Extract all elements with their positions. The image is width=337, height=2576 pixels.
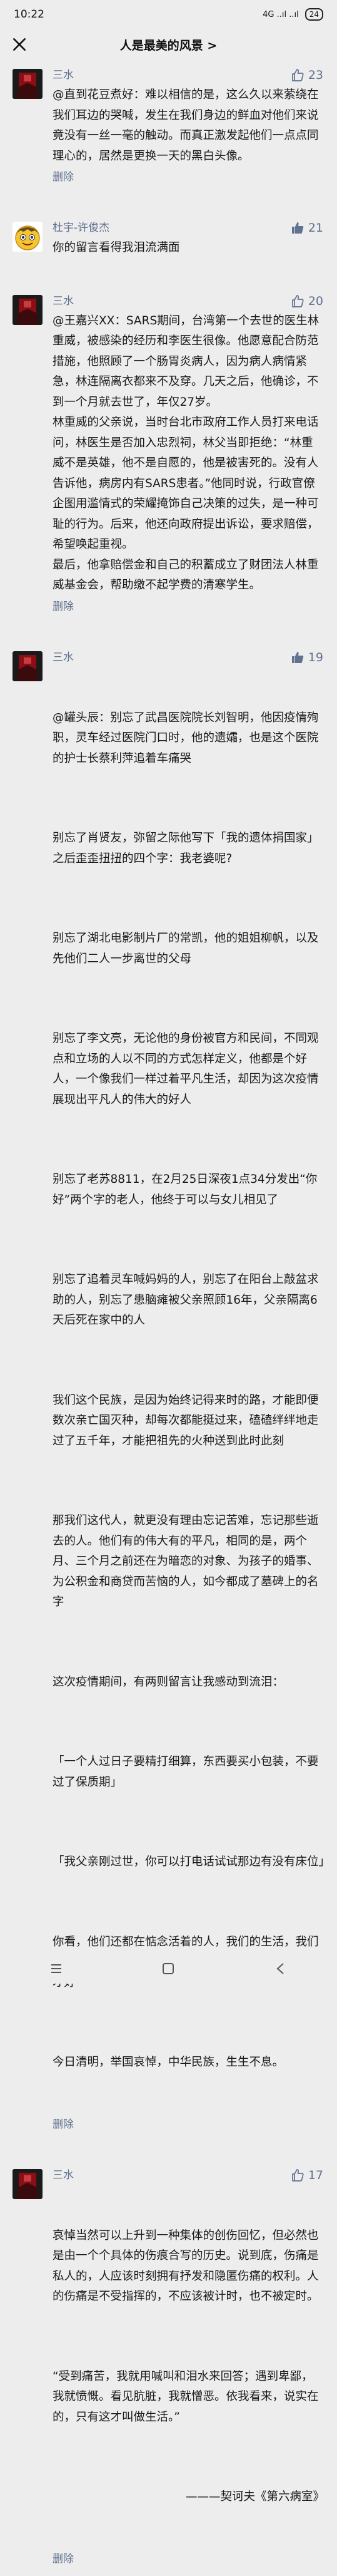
thumb-up-outline-icon <box>291 294 304 307</box>
like-button[interactable]: 17 <box>290 2168 323 2183</box>
like-button[interactable]: 20 <box>290 294 323 309</box>
avatar-image <box>13 294 43 325</box>
comment-author[interactable]: 三水 <box>53 650 324 665</box>
comment-text: 哀悼当然可以上升到一种集体的创伤回忆，但必然也是由一个个具体的伤痕合写的历史。说… <box>53 2185 324 2548</box>
comment-author[interactable]: 三水 <box>53 294 324 309</box>
comment-paragraph: “受到痛苦，我就用喊叫和泪水来回答；遇到卑鄙，我就愤慨。看见肮脏，我就憎恶。依我… <box>53 2369 319 2424</box>
avatar[interactable] <box>13 294 43 325</box>
delete-link[interactable]: 删除 <box>53 2551 324 2567</box>
comment-item: 杜宇-许俊杰 21 你的留言看得我泪流满面 <box>0 213 337 267</box>
comment-paragraph: 别忘了肖贤友，弥留之际他写下「我的遗体捐国家」之后歪歪扭扭的四个字：我老婆呢? <box>53 832 319 865</box>
status-time: 10:22 <box>14 8 44 21</box>
like-count: 23 <box>308 68 323 82</box>
comment-paragraph: 我们这个民族，是因为始终记得来时的路，才能即便数次亲亡国灭种，却每次都能挺过来，… <box>53 1393 319 1448</box>
back-icon[interactable] <box>274 1962 288 1976</box>
comment-author[interactable]: 杜宇-许俊杰 <box>53 220 324 235</box>
comment-item: 三水 23 @直到花豆煮好：难以相信的是，这么久以来萦绕在我们耳边的哭喊，发生在… <box>0 60 337 194</box>
comment-item: 三水 19 @罐头辰：别忘了武昌医院院长刘智明，他因疫情殉职，灵车经过医院门口时… <box>0 642 337 2141</box>
thumb-up-icon <box>291 651 304 663</box>
delete-link[interactable]: 删除 <box>53 169 324 185</box>
close-icon[interactable] <box>11 36 28 53</box>
comment-paragraph: 今日清明，举国哀悼，中华民族，生生不息。 <box>53 2056 284 2069</box>
system-nav-bar <box>0 1954 337 1984</box>
avatar-image <box>13 222 43 252</box>
comment-paragraph: 别忘了湖北电影制片厂的常凯，他的姐姐柳帆，以及先他们二人一步离世的父母 <box>53 932 319 966</box>
quote-attribution: ———契诃夫《第六病室》 <box>185 2490 324 2503</box>
like-count: 20 <box>308 294 323 308</box>
comment-paragraph: 哀悼当然可以上升到一种集体的创伤回忆，但必然也是由一个个具体的伤痕合写的历史。说… <box>53 2228 319 2304</box>
status-indicators: 4G ..ıl ..ıl 24 <box>263 8 323 21</box>
comment-paragraph: 这次疫情期间，有两则留言让我感动到流泪： <box>53 1675 284 1689</box>
comment-paragraph: 那我们这代人，就更没有理由忘记苦难，忘记那些逝去的人。他们有的伟大有的平凡，相同… <box>53 1514 319 1609</box>
comment-author[interactable]: 三水 <box>53 2168 324 2183</box>
comment-paragraph: @罐头辰：别忘了武昌医院院长刘智明，他因疫情殉职，灵车经过医院门口时，他的遗孀，… <box>53 711 319 765</box>
comment-text: @直到花豆煮好：难以相信的是，这么久以来萦绕在我们耳边的哭喊，发生在我们身边的鲜… <box>53 88 319 163</box>
nav-bar: 人是最美的风景 > <box>0 29 337 60</box>
like-count: 19 <box>308 650 323 664</box>
delete-link[interactable]: 删除 <box>53 599 324 615</box>
comment-paragraph: 别忘了李文亮，无论他的身份被官方和民间，不同观点和立场的人以不同的方式怎样定义，… <box>53 1032 319 1106</box>
battery-icon: 24 <box>304 8 323 21</box>
comment-paragraph: 「一个人过日子要精打细算，东西要买小包装，不要过了保质期」 <box>53 1755 319 1789</box>
thumb-up-icon <box>291 222 304 234</box>
like-button[interactable]: 21 <box>290 220 323 235</box>
signal-icon: 4G ..ıl ..ıl <box>263 9 299 19</box>
like-count: 21 <box>308 221 323 235</box>
home-icon[interactable] <box>161 1962 175 1976</box>
comment-item: 三水 20 @王嘉兴XX：SARS期间，台湾第一个去世的医生林重威，被感染的经历… <box>0 286 337 624</box>
comment-feed: 三水 23 @直到花豆煮好：难以相信的是，这么久以来萦绕在我们耳边的哭喊，发生在… <box>0 60 337 2576</box>
comment-paragraph: 别忘了老苏8811，在2月25日深夜1点34分发出“你好”两个字的老人，他终于可… <box>53 1173 318 1207</box>
avatar[interactable] <box>13 222 43 252</box>
menu-icon[interactable] <box>49 1962 63 1976</box>
page-title[interactable]: 人是最美的风景 > <box>120 36 218 53</box>
delete-link[interactable]: 删除 <box>53 2116 324 2133</box>
avatar[interactable] <box>13 2168 43 2199</box>
avatar-image <box>13 69 43 99</box>
thumb-up-outline-icon <box>291 69 304 81</box>
status-bar: 10:22 4G ..ıl ..ıl 24 <box>0 0 337 29</box>
avatar[interactable] <box>13 651 43 681</box>
comment-paragraph: 「我父亲刚过世，你可以打电话试试那边有没有床位」 <box>53 1855 331 1868</box>
thumb-up-outline-icon <box>291 2168 304 2182</box>
like-count: 17 <box>308 2168 323 2182</box>
comment-text: 你的留言看得我泪流满面 <box>53 241 180 254</box>
comment-author[interactable]: 三水 <box>53 68 324 83</box>
avatar-image <box>13 2168 43 2199</box>
comment-text: @罐头辰：别忘了武昌医院院长刘智明，他因疫情殉职，灵车经过医院门口时，他的遗孀，… <box>53 667 331 2114</box>
like-button[interactable]: 23 <box>290 68 323 83</box>
avatar-image <box>13 651 43 681</box>
comment-paragraph: 别忘了追着灵车喊妈妈的人，别忘了在阳台上敲盆求助的人，别忘了患脑瘫被父亲照顾16… <box>53 1273 319 1327</box>
avatar[interactable] <box>13 69 43 99</box>
like-button[interactable]: 19 <box>290 650 323 665</box>
comment-item: 三水 17 哀悼当然可以上升到一种集体的创伤回忆，但必然也是由一个个具体的伤痕合… <box>0 2160 337 2576</box>
comment-text: @王嘉兴XX：SARS期间，台湾第一个去世的医生林重威，被感染的经历和李医生很像… <box>53 314 319 592</box>
